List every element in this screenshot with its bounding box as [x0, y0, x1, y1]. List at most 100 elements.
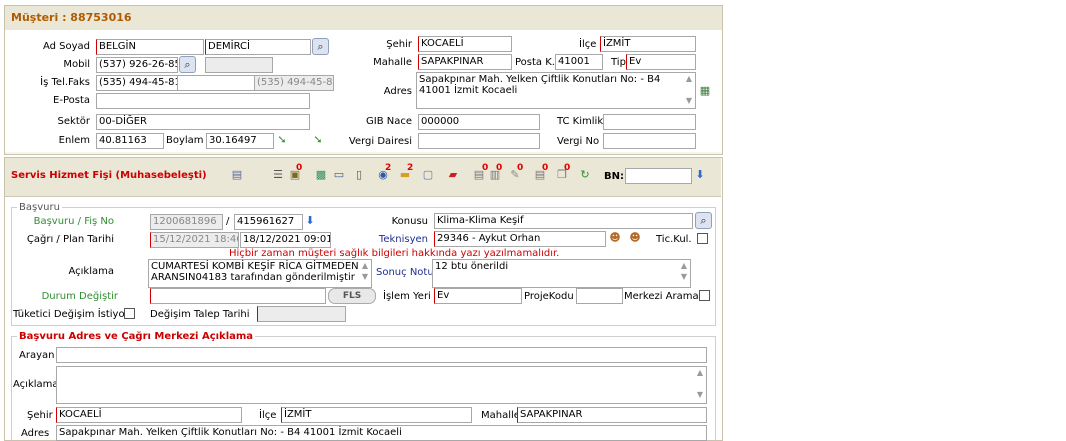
mobil-field[interactable]: (537) 926-26-85	[96, 57, 178, 73]
address-ilce-field[interactable]: İZMİT	[281, 407, 472, 423]
mahalle-label: Mahalle	[373, 57, 412, 68]
badge-calendar: 0	[296, 163, 303, 173]
vergi-dairesi-field[interactable]	[418, 133, 540, 149]
is-tel-ext-field[interactable]	[177, 75, 255, 91]
adres-field[interactable]: Sapakpınar Mah. Yelken Çiftlik Konutları…	[416, 72, 696, 109]
aciklama-line2: ARANSIN04183 tarafından gönderilmiştir	[151, 272, 355, 283]
is-tel-field[interactable]: (535) 494-45-81	[96, 75, 178, 91]
bn-label: BN:	[604, 171, 624, 182]
badge-copy: 0	[564, 163, 571, 173]
document-icon[interactable]: ▤	[229, 167, 245, 183]
bn-field[interactable]	[625, 168, 692, 184]
fls-button[interactable]: FLS	[328, 288, 376, 304]
enlem-field[interactable]: 40.81163	[96, 133, 164, 149]
sonuc-field[interactable]: 12 btu önerildi ▲ ▼	[432, 259, 691, 288]
sehir-label: Şehir	[386, 39, 412, 50]
clipboard-icon[interactable]: ▯	[351, 167, 367, 183]
merkezi-checkbox[interactable]	[699, 290, 710, 301]
tip-label: Tip	[611, 57, 626, 68]
excel-icon[interactable]: ▩	[313, 167, 329, 183]
fis-no-field[interactable]: 415961627	[234, 214, 303, 230]
address-aciklama-field[interactable]: ▲ ▼	[56, 366, 707, 404]
faks-field[interactable]: (535) 494-45-81	[254, 75, 334, 91]
address-aciklama-label: Açıklama	[13, 379, 59, 390]
cagri-tarihi-field[interactable]: 15/12/2021 18:46	[150, 232, 239, 248]
aciklama-scrollbar[interactable]: ▲ ▼	[359, 260, 371, 287]
teknisyen-field[interactable]: 29346 - Aykut Orhan	[434, 231, 606, 247]
aciklama-field[interactable]: CUMARTESİ KOMBİ KEŞİF RİCA GİTMEDEN ARAN…	[148, 259, 372, 288]
user-icon[interactable]: ☻	[607, 230, 623, 246]
is-tel-label: İş Tel.Faks	[40, 77, 90, 88]
badge-doc: 0	[496, 163, 503, 173]
tc-field[interactable]	[603, 114, 696, 130]
badge-sheet: 0	[542, 163, 549, 173]
vergi-no-field[interactable]	[603, 133, 696, 149]
enlem-label: Enlem	[58, 135, 90, 146]
window-icon[interactable]: ▭	[331, 167, 347, 183]
sonuc-scrollbar[interactable]: ▲ ▼	[678, 260, 690, 287]
ad-soyad-label: Ad Soyad	[42, 41, 90, 52]
fis-arrow-down-icon[interactable]: ⬇	[302, 213, 318, 229]
address-aciklama-scrollbar[interactable]: ▲ ▼	[694, 367, 706, 403]
tuketici-checkbox[interactable]	[124, 308, 135, 319]
adres-scrollbar[interactable]: ▲ ▼	[683, 73, 695, 108]
basvuru-no-field[interactable]: 1200681896	[150, 214, 223, 230]
last-name-field[interactable]: DEMİRCİ	[205, 39, 311, 55]
gib-label: GIB Nace	[366, 116, 412, 127]
eposta-field[interactable]	[96, 93, 310, 109]
pdf-icon[interactable]: ▰	[445, 167, 461, 183]
map-pin-icon[interactable]: ➘	[274, 132, 290, 148]
aciklama-label: Açıklama	[68, 266, 114, 277]
refresh-icon[interactable]: ↻	[577, 167, 593, 183]
map-icon[interactable]: ▦	[697, 83, 713, 99]
boylam-label: Boylam	[166, 135, 204, 146]
durum-field[interactable]	[150, 288, 326, 304]
search-customer-icon[interactable]: ⌕	[312, 38, 329, 55]
proje-field[interactable]	[576, 288, 623, 304]
warning-text: Hiçbir zaman müşteri sağlık bilgileri ha…	[229, 248, 560, 259]
user-alt-icon[interactable]: ☻	[627, 230, 643, 246]
tickul-label: Tic.Kul.	[656, 234, 692, 245]
arrow-down-icon[interactable]: ⬇	[692, 167, 708, 183]
sehir-field[interactable]: KOCAELİ	[418, 36, 512, 52]
konusu-search-icon[interactable]: ⌕	[695, 212, 712, 229]
first-name-field[interactable]: BELGİN	[96, 39, 204, 55]
plan-tarihi-field[interactable]: 18/12/2021 09:01	[240, 232, 331, 248]
tickul-checkbox[interactable]	[697, 233, 708, 244]
merkezi-label: Merkezi Arama	[624, 291, 699, 302]
address-mahalle-field[interactable]: SAPAKPINAR	[517, 407, 707, 423]
adres-text: Sapakpınar Mah. Yelken Çiftlik Konutları…	[419, 74, 661, 96]
search-mobil-icon[interactable]: ⌕	[179, 56, 196, 73]
address-mahalle-label: Mahalle	[481, 410, 520, 421]
ilce-field[interactable]: İZMİT	[600, 36, 696, 52]
page-icon[interactable]: ▢	[420, 167, 436, 183]
customer-title: Müşteri : 88753016	[11, 11, 132, 24]
tc-label: TC Kimlik	[557, 116, 604, 127]
islem-yeri-field[interactable]: Ev	[434, 288, 522, 304]
address-ilce-label: İlçe	[259, 410, 277, 421]
konusu-label: Konusu	[391, 216, 428, 227]
teknisyen-label: Teknisyen	[378, 234, 428, 245]
tip-field[interactable]: Ev	[626, 54, 696, 70]
konusu-field[interactable]: Klima-Klima Keşif	[434, 213, 693, 229]
arayan-field[interactable]	[56, 347, 707, 363]
address-sehir-field[interactable]: KOCAELİ	[56, 407, 242, 423]
badge-globe: 2	[385, 163, 392, 173]
boylam-field[interactable]: 30.16497	[206, 133, 274, 149]
proje-label: ProjeKodu	[524, 291, 574, 302]
basvuru-label: Başvuru / Fiş No	[33, 216, 114, 227]
islem-yeri-label: İşlem Yeri	[383, 291, 431, 302]
mahalle-field[interactable]: SAPAKPINAR	[418, 54, 512, 70]
vergi-dairesi-label: Vergi Dairesi	[348, 136, 412, 147]
badge-tools: 0	[517, 163, 524, 173]
posta-field[interactable]: 41001	[555, 54, 603, 70]
map-locate-icon[interactable]: ➘	[310, 132, 326, 148]
degisim-field[interactable]	[257, 306, 346, 322]
list-icon[interactable]: ☰	[270, 167, 286, 183]
gib-field[interactable]: 000000	[418, 114, 540, 130]
tuketici-label: Tüketici Değişim İstiyor	[13, 309, 129, 320]
address-adres-label: Adres	[21, 428, 50, 439]
sektor-field[interactable]: 00-DİĞER	[96, 114, 310, 130]
sektor-label: Sektör	[57, 116, 90, 127]
durum-label: Durum Değiştir	[41, 291, 118, 302]
